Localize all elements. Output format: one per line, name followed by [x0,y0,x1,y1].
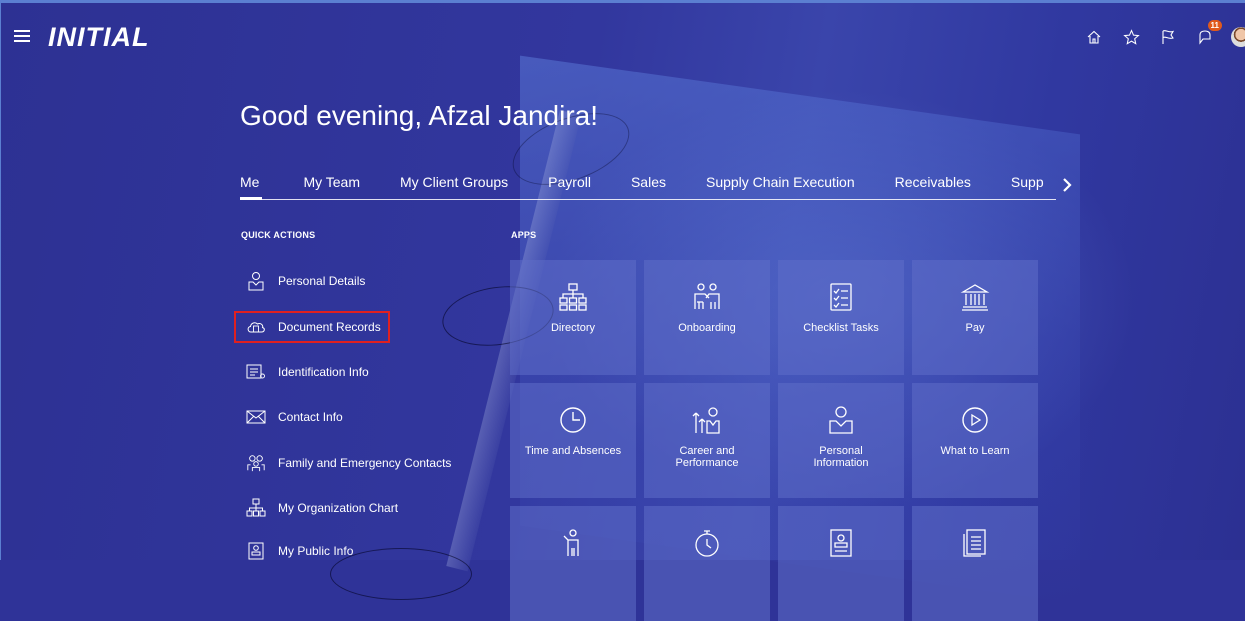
tab-supply-chain-execution[interactable]: Supply Chain Execution [706,174,855,190]
onboarding-icon [694,283,720,309]
person-icon [246,271,266,291]
family-icon [246,453,266,473]
app-tile-label: Pay [965,322,985,334]
career-icon [692,407,720,434]
quick-action-org-chart[interactable]: My Organization Chart [246,495,398,521]
play-icon [962,407,988,433]
document-icon [963,529,986,557]
apps-heading: APPS [511,230,537,240]
app-tile-document[interactable] [912,506,1038,621]
app-tile-label: Time and Absences [524,445,622,457]
quick-action-label: My Public Info [278,544,354,558]
tab-receivables[interactable]: Receivables [895,174,971,190]
person-icon [829,406,853,434]
profile-card-icon [246,541,266,561]
quick-action-label: Family and Emergency Contacts [278,456,452,470]
app-tile-label: Career and Performance [675,445,739,469]
tab-divider [240,199,1056,200]
chevron-right-icon[interactable] [1060,176,1074,194]
app-tile-label: What to Learn [940,445,1010,457]
top-bar: INITIAL 11 [0,0,1245,80]
app-tile-time-and-absences[interactable]: Time and Absences [510,383,636,498]
checklist-icon [830,283,852,311]
quick-actions-heading: QUICK ACTIONS [241,230,316,240]
quick-action-family-contacts[interactable]: Family and Emergency Contacts [246,450,451,476]
stopwatch-icon [695,530,719,557]
flag-icon[interactable] [1157,26,1179,48]
envelope-icon [246,407,266,427]
quick-action-label: Contact Info [278,410,343,424]
greeting-title: Good evening, Afzal Jandira! [240,100,599,131]
quick-action-personal-details[interactable]: Personal Details [246,268,365,294]
apps-grid: Directory Onboarding Checklist Tasks Pay… [510,260,1038,621]
quick-action-identification-info[interactable]: Identification Info [246,359,369,385]
app-tile-career-and-performance[interactable]: Career and Performance [644,383,770,498]
hamburger-menu-icon[interactable] [14,30,30,42]
goal-icon [563,529,579,556]
app-tile-what-to-learn[interactable]: What to Learn [912,383,1038,498]
app-tile-label: Onboarding [678,322,736,334]
bank-icon [960,284,990,311]
app-tile-personal-information[interactable]: Personal Information [778,383,904,498]
selection-highlight [234,311,390,343]
avatar[interactable] [1231,27,1245,47]
quick-action-label: Personal Details [278,274,366,288]
tab-sales[interactable]: Sales [631,174,666,190]
tab-strip: Me My Team My Client Groups Payroll Sale… [240,170,1060,200]
quick-action-public-info[interactable]: My Public Info [246,538,353,564]
quick-action-label: Identification Info [278,365,369,379]
clock-icon [560,407,586,433]
notification-badge: 11 [1207,20,1222,31]
active-tab-indicator [240,197,262,200]
home-icon[interactable] [1083,26,1105,48]
app-tile-checklist-tasks[interactable]: Checklist Tasks [778,260,904,375]
tab-me[interactable]: Me [240,174,259,190]
app-tile-pay[interactable]: Pay [912,260,1038,375]
app-tile-label: Personal Information [813,445,869,469]
star-icon[interactable] [1120,26,1142,48]
app-logo[interactable]: INITIAL [48,22,150,53]
tab-supp[interactable]: Supp [1011,174,1044,190]
badge-icon [830,529,852,557]
tab-my-client-groups[interactable]: My Client Groups [400,174,508,190]
global-icons: 11 [1068,20,1245,48]
notifications-icon[interactable]: 11 [1194,20,1222,48]
org-chart-icon [246,498,266,518]
quick-action-contact-info[interactable]: Contact Info [246,404,343,430]
app-tile-badge[interactable] [778,506,904,621]
tab-my-team[interactable]: My Team [303,174,360,190]
tab-payroll[interactable]: Payroll [548,174,591,190]
id-card-icon [246,362,266,382]
app-tile-timer[interactable] [644,506,770,621]
app-tile-label: Checklist Tasks [803,322,879,334]
app-tile-label: Directory [550,322,595,334]
app-tile-directory[interactable]: Directory [510,260,636,375]
app-tile-onboarding[interactable]: Onboarding [644,260,770,375]
app-tile-goals[interactable] [510,506,636,621]
quick-action-label: My Organization Chart [278,501,399,515]
directory-icon [559,283,587,311]
